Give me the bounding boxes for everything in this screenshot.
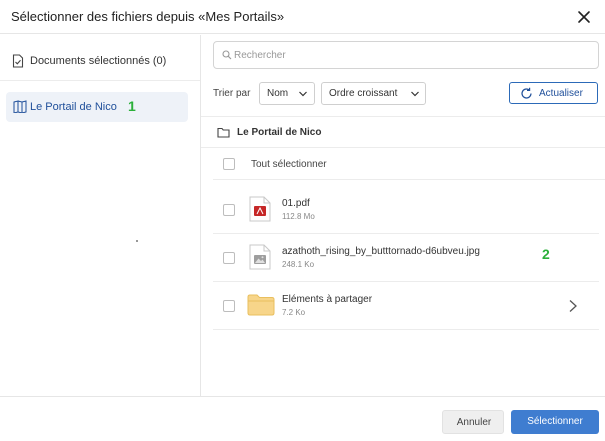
dialog-header: Sélectionner des fichiers depuis «Mes Po… (0, 0, 605, 34)
search-box (213, 41, 599, 69)
file-size: 248.1 Ko (282, 260, 315, 269)
image-file-icon (249, 244, 271, 270)
file-browser: Trier par Nom Ordre croissant Actualiser (201, 35, 605, 396)
annotation-number: 2 (542, 246, 550, 262)
sort-field-select[interactable]: Nom (259, 82, 315, 105)
file-picker-dialog: Sélectionner des fichiers depuis «Mes Po… (0, 0, 605, 441)
select-button[interactable]: Sélectionner (511, 410, 599, 434)
close-button[interactable] (575, 8, 593, 26)
breadcrumb-label: Le Portail de Nico (237, 127, 322, 138)
file-row[interactable]: azathoth_rising_by_butttornado-d6ubveu.j… (213, 234, 599, 282)
search-icon (222, 50, 232, 60)
chevron-down-icon (411, 91, 419, 97)
file-name: 01.pdf (282, 198, 310, 209)
folder-size: 7.2 Ko (282, 308, 306, 317)
portal-book-icon (13, 100, 27, 113)
search-input[interactable] (234, 47, 594, 63)
pdf-file-icon (249, 196, 271, 222)
select-all-row: Tout sélectionner (213, 148, 605, 180)
folder-name: Eléments à partager (282, 294, 373, 305)
folder-icon (247, 294, 275, 316)
cancel-label: Annuler (456, 417, 492, 428)
select-all-label: Tout sélectionner (251, 159, 327, 170)
refresh-label: Actualiser (539, 88, 583, 99)
dialog-footer: Annuler Sélectionner (0, 396, 605, 441)
sort-field-value: Nom (267, 88, 289, 99)
select-all-checkbox[interactable] (223, 158, 235, 170)
refresh-button[interactable]: Actualiser (509, 82, 598, 104)
sort-label: Trier par (213, 88, 251, 99)
chevron-down-icon (299, 91, 307, 97)
sidebar-item-label: Documents sélectionnés (0) (30, 55, 167, 67)
sidebar-item-portal[interactable]: Le Portail de Nico (6, 92, 188, 122)
folder-checkbox[interactable] (223, 300, 235, 312)
document-check-icon (12, 54, 24, 68)
annotation-number: 1 (128, 98, 136, 114)
sidebar-item-selected-documents[interactable]: Documents sélectionnés (0) (0, 35, 200, 81)
file-checkbox[interactable] (223, 252, 235, 264)
file-size: 112.8 Mo (282, 212, 315, 221)
select-label: Sélectionner (527, 416, 583, 427)
folder-outline-icon (217, 127, 230, 138)
file-name: azathoth_rising_by_butttornado-d6ubveu.j… (282, 246, 480, 257)
chevron-right-icon[interactable] (567, 299, 579, 313)
file-row[interactable]: 01.pdf 112.8 Mo (213, 186, 599, 234)
sidebar-item-label: Le Portail de Nico (30, 101, 117, 113)
close-icon (578, 11, 590, 23)
cancel-button[interactable]: Annuler (442, 410, 504, 434)
folder-row[interactable]: Eléments à partager 7.2 Ko (213, 282, 599, 330)
sort-order-value: Ordre croissant (329, 88, 398, 99)
sort-order-select[interactable]: Ordre croissant (321, 82, 426, 105)
sidebar: Documents sélectionnés (0) Le Portail de… (0, 35, 201, 396)
refresh-icon (521, 87, 532, 99)
dialog-title: Sélectionner des fichiers depuis «Mes Po… (11, 9, 285, 24)
file-checkbox[interactable] (223, 204, 235, 216)
decorative-dot (136, 240, 138, 242)
breadcrumb: Le Portail de Nico (201, 116, 605, 148)
